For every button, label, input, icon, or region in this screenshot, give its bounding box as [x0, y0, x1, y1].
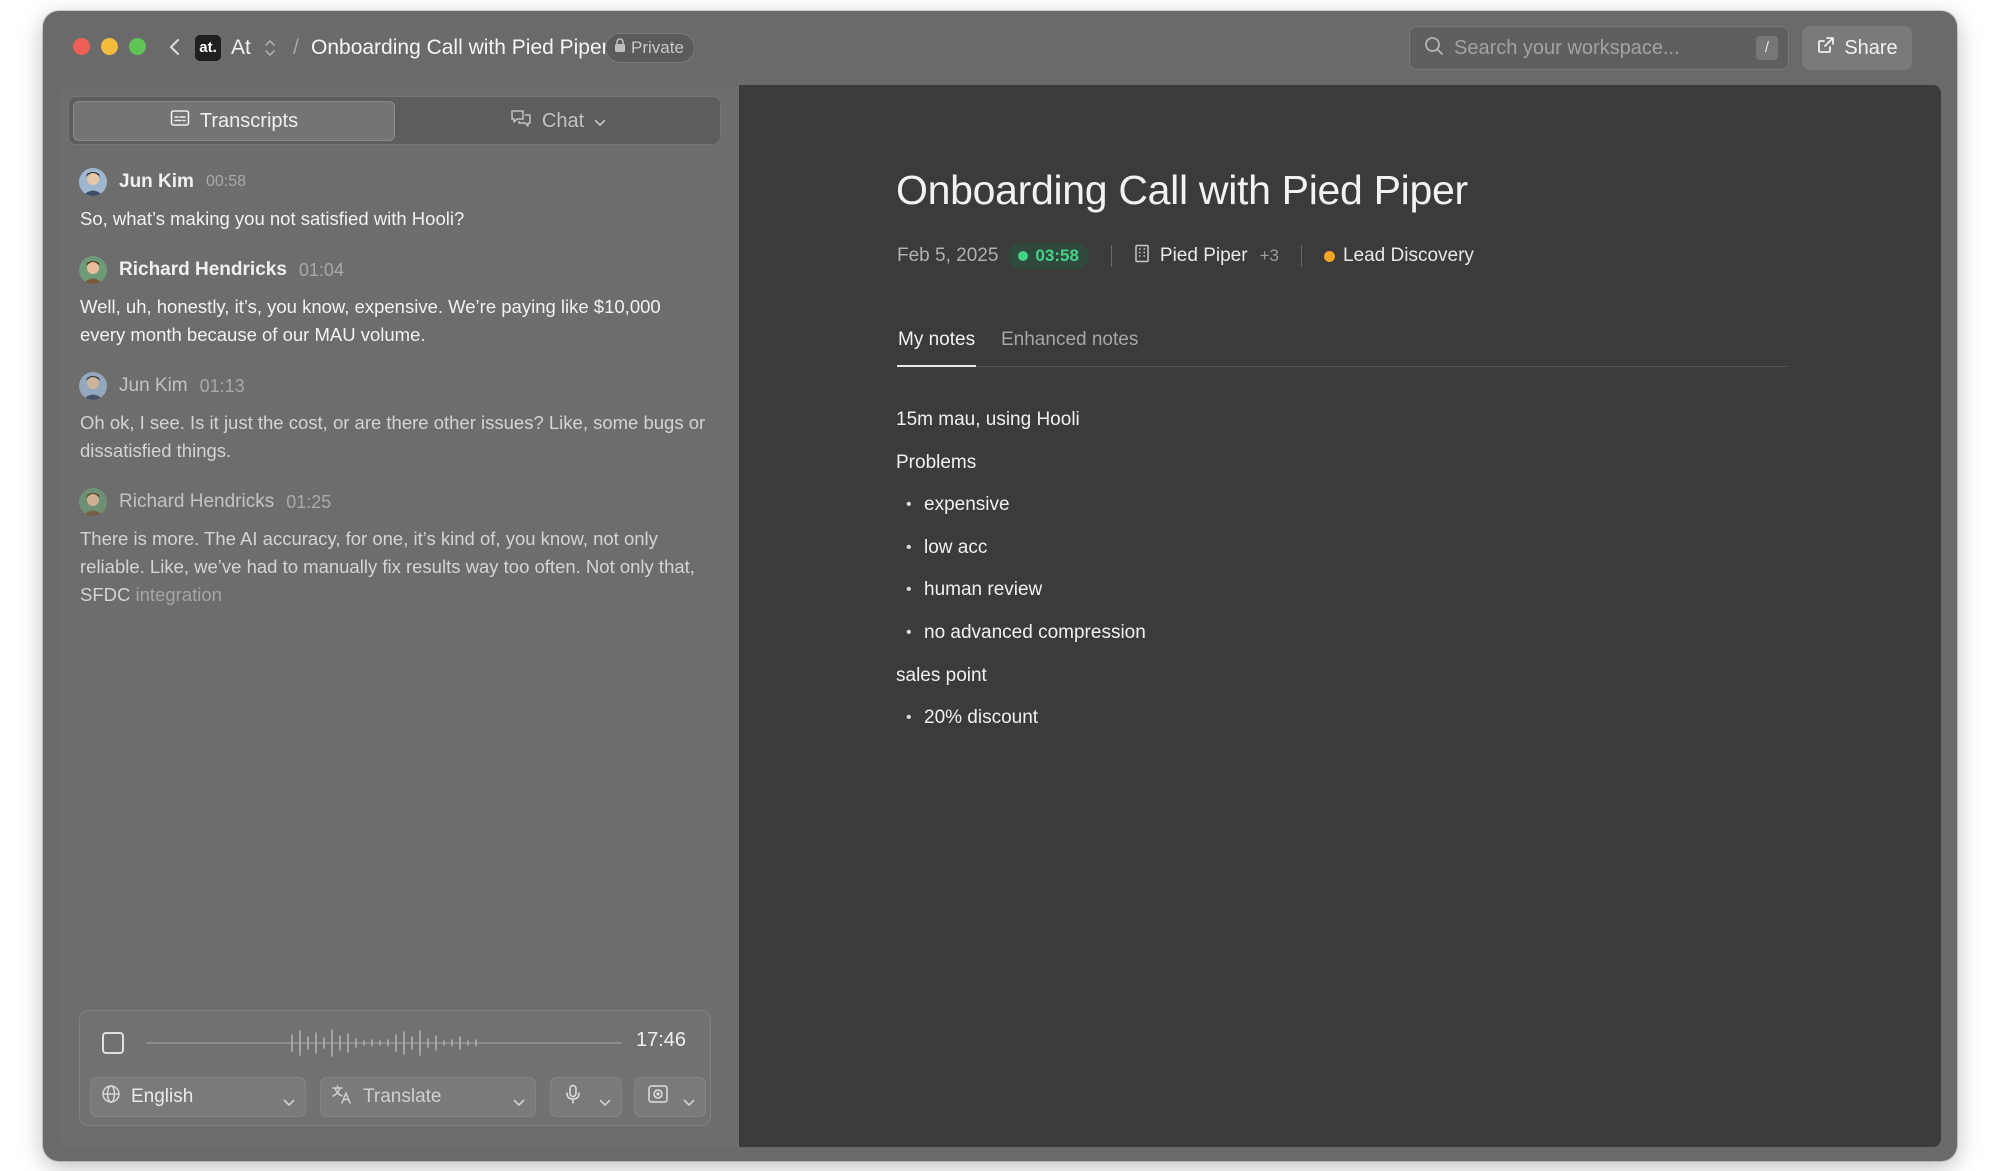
tab-transcripts-label: Transcripts	[199, 109, 299, 132]
zoom-window-button[interactable]	[129, 38, 146, 55]
timestamp[interactable]: 00:58	[206, 173, 246, 191]
audio-waveform	[291, 1029, 477, 1057]
screen-capture-icon	[647, 1084, 669, 1110]
meeting-date[interactable]: Feb 5, 2025	[897, 245, 998, 267]
speaker-name: Richard Hendricks	[119, 259, 287, 280]
note-bullet[interactable]: 20% discount	[896, 703, 1776, 746]
close-window-button[interactable]	[73, 38, 90, 55]
chat-icon	[510, 108, 532, 134]
timestamp[interactable]: 01:13	[200, 376, 245, 397]
language-label: English	[131, 1086, 194, 1107]
workspace-name[interactable]: At	[231, 34, 251, 62]
screen-capture-select[interactable]	[634, 1077, 706, 1117]
deal-stage-tag[interactable]: Lead Discovery	[1323, 245, 1474, 267]
recording-time: 17:46	[636, 1029, 687, 1051]
building-icon	[1134, 244, 1150, 269]
tab-my-notes[interactable]: My notes	[897, 325, 977, 367]
note-line[interactable]: Problems	[896, 448, 1776, 491]
workspace-logo[interactable]: at.	[195, 35, 221, 61]
left-panel-tabs: Transcripts Chat	[68, 96, 721, 145]
speaker-name: Jun Kim	[119, 375, 188, 396]
breadcrumb-separator: /	[293, 36, 299, 59]
share-label: Share	[1844, 36, 1898, 59]
stop-recording-button[interactable]	[102, 1032, 124, 1054]
notes-tabs: My notes Enhanced notes	[897, 325, 1787, 367]
timestamp[interactable]: 01:04	[299, 260, 344, 281]
chevron-down-icon	[513, 1091, 525, 1113]
transcript-text: Oh ok, I see. Is it just the cost, or ar…	[80, 412, 706, 461]
note-bullet[interactable]: expensive	[896, 490, 1776, 533]
privacy-label: Private	[631, 38, 684, 57]
share-external-icon	[1816, 35, 1836, 61]
translate-select[interactable]: Translate	[320, 1077, 536, 1117]
transcript-entry: Richard Hendricks 01:04 Well, uh, honest…	[79, 255, 709, 349]
chevron-down-icon	[594, 110, 606, 133]
transcript-text: Well, uh, honestly, it’s, you know, expe…	[80, 296, 661, 345]
language-select[interactable]: English	[90, 1077, 306, 1117]
lock-icon	[614, 34, 626, 62]
transcript-entry: Jun Kim 00:58 So, what’s making you not …	[79, 167, 709, 233]
translate-icon	[331, 1084, 353, 1110]
company-name: Pied Piper	[1159, 245, 1248, 266]
speaker-avatar	[79, 256, 107, 284]
tab-chat-label: Chat	[541, 109, 585, 132]
speaker-name: Jun Kim	[119, 171, 194, 192]
tab-transcripts[interactable]: Transcripts	[73, 101, 395, 141]
transcript-entry: Jun Kim 01:13 Oh ok, I see. Is it just t…	[79, 371, 709, 465]
transcript-text: There is more. The AI accuracy, for one,…	[79, 525, 709, 609]
notes-panel: Onboarding Call with Pied Piper Feb 5, 2…	[739, 85, 1941, 1147]
microphone-icon	[565, 1084, 581, 1110]
speaker-avatar	[79, 372, 107, 400]
stage-dot-icon	[1323, 250, 1335, 262]
minimize-window-button[interactable]	[101, 38, 118, 55]
page-title[interactable]: Onboarding Call with Pied Piper	[896, 167, 1468, 214]
meeting-metadata: Feb 5, 2025 03:58 Pied Piper +3 Lead Dis…	[897, 241, 1474, 271]
company-participants[interactable]: Pied Piper +3	[1134, 244, 1279, 269]
translate-label: Translate	[363, 1086, 442, 1107]
duration-badge: 03:58	[1008, 243, 1089, 269]
deal-stage-label: Lead Discovery	[1342, 245, 1474, 266]
transcript-entry: Richard Hendricks 01:25 There is more. T…	[79, 487, 709, 609]
workspace-search[interactable]: /	[1409, 26, 1789, 70]
note-bullet[interactable]: no advanced compression	[896, 618, 1776, 661]
privacy-badge[interactable]: Private	[605, 33, 695, 63]
note-line[interactable]: 15m mau, using Hooli	[896, 405, 1776, 448]
search-input[interactable]	[1454, 36, 1754, 60]
transcript-list: Jun Kim 00:58 So, what’s making you not …	[79, 167, 709, 631]
speaker-name: Richard Hendricks	[119, 491, 275, 512]
duration-value: 03:58	[1035, 246, 1079, 265]
search-shortcut-hint: /	[1756, 36, 1778, 60]
share-button[interactable]: Share	[1802, 26, 1912, 70]
chevron-down-icon	[683, 1091, 695, 1113]
tab-enhanced-notes[interactable]: Enhanced notes	[1001, 325, 1138, 367]
transcript-panel: Transcripts Chat Jun Kim 00:58 So, what’…	[59, 87, 739, 1147]
chevron-up-down-icon[interactable]	[263, 35, 279, 61]
meta-divider	[1300, 245, 1302, 267]
microphone-select[interactable]	[550, 1077, 622, 1117]
globe-icon	[101, 1084, 121, 1110]
more-participants-count: +3	[1259, 246, 1279, 265]
captions-icon	[170, 109, 190, 133]
tab-chat[interactable]: Chat	[399, 101, 717, 141]
chevron-down-icon	[283, 1091, 295, 1113]
search-icon	[1410, 36, 1444, 61]
back-chevron-icon[interactable]	[165, 36, 185, 58]
speaker-avatar	[79, 488, 107, 516]
speaker-avatar	[79, 168, 107, 196]
timestamp[interactable]: 01:25	[286, 492, 331, 513]
recording-controls: 17:46 English Translate	[79, 1010, 711, 1126]
transcript-text-pending: integration	[135, 584, 222, 605]
meta-divider	[1110, 245, 1112, 267]
note-bullet[interactable]: human review	[896, 575, 1776, 618]
breadcrumb-meeting-title[interactable]: Onboarding Call with Pied Piper	[311, 34, 609, 62]
notes-editor[interactable]: 15m mau, using Hooli Problems expensive …	[896, 405, 1776, 746]
chevron-down-icon	[599, 1091, 611, 1113]
note-bullet[interactable]: low acc	[896, 533, 1776, 576]
transcript-text: So, what’s making you not satisfied with…	[80, 208, 465, 229]
status-dot-icon	[1018, 251, 1029, 261]
note-line[interactable]: sales point	[896, 661, 1776, 704]
app-window: at. At / Onboarding Call with Pied Piper…	[43, 11, 1957, 1161]
